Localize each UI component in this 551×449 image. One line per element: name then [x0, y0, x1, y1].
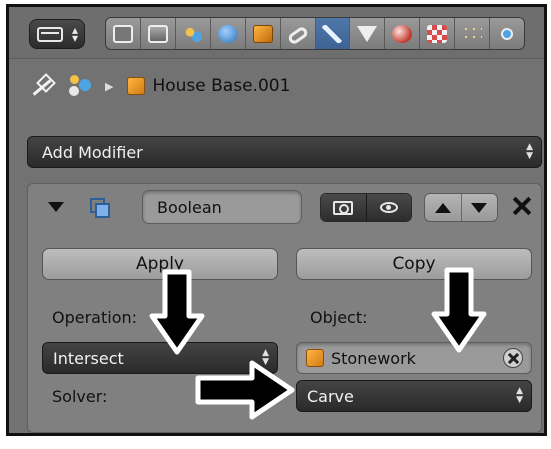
updown-arrows-icon: ▲ ▼: [262, 348, 269, 367]
operation-label: Operation:: [52, 308, 138, 327]
texture-icon: [427, 24, 448, 43]
tab-physics[interactable]: [490, 18, 524, 49]
move-down-button[interactable]: [460, 194, 498, 221]
modifier-name-field[interactable]: Boolean: [142, 190, 302, 224]
solver-value: Carve: [307, 387, 354, 406]
tab-constraints[interactable]: [281, 18, 316, 49]
clear-object-icon[interactable]: [503, 348, 523, 368]
tab-object[interactable]: [246, 18, 281, 49]
updown-arrows-icon: ▴ ▾: [71, 23, 78, 45]
scene-icon: [67, 73, 93, 99]
tab-particles[interactable]: [455, 18, 491, 49]
data-icon: [357, 25, 378, 42]
editor-type-icon: [37, 27, 63, 42]
constraints-icon: [286, 24, 309, 46]
object-icon: [252, 24, 273, 43]
editor-type-button[interactable]: ▴ ▾: [29, 19, 85, 49]
updown-arrows-icon: ▲ ▼: [516, 386, 523, 405]
updown-arrows-icon: ▲ ▼: [526, 142, 533, 161]
tab-texture[interactable]: [420, 18, 456, 49]
render-toggle-button[interactable]: [321, 194, 366, 221]
operation-value: Intersect: [53, 349, 124, 368]
solver-label: Solver:: [52, 387, 108, 406]
tab-material[interactable]: [385, 18, 421, 49]
render-icon: [112, 24, 133, 43]
object-cube-icon: [306, 349, 324, 367]
tab-render-layers[interactable]: [141, 18, 176, 49]
tab-scene[interactable]: [176, 18, 211, 49]
move-up-button[interactable]: [425, 194, 461, 221]
arrow-down-icon: [471, 202, 488, 213]
tab-modifiers[interactable]: [315, 18, 351, 49]
move-buttons: [424, 193, 498, 222]
breadcrumb-arrow-icon: ▶: [105, 79, 114, 93]
arrow-up-icon: [434, 202, 451, 213]
boolean-modifier-panel: Boolean Apply Copy Operation: Object: In…: [27, 183, 542, 433]
camera-icon: [333, 200, 354, 215]
tab-render[interactable]: [106, 18, 141, 49]
physics-icon: [501, 27, 514, 40]
collapse-triangle-icon[interactable]: [48, 202, 64, 212]
modifiers-icon: [322, 24, 343, 43]
breadcrumb-object-name: House Base.001: [152, 76, 291, 96]
properties-header: ▴ ▾: [9, 7, 544, 59]
properties-panel: ▴ ▾ ▶ House Base.001 Add Modifier ▲ ▼ Bo…: [6, 4, 547, 436]
modifier-header: Boolean: [28, 184, 541, 236]
object-cube-icon: [127, 77, 146, 95]
copy-button[interactable]: Copy: [296, 248, 532, 280]
world-icon: [217, 24, 238, 43]
visibility-toggles: [320, 193, 412, 222]
particles-icon: [462, 24, 483, 43]
scene-icon: [182, 24, 203, 43]
operation-dropdown[interactable]: Intersect ▲ ▼: [42, 342, 278, 374]
eye-icon: [379, 202, 398, 213]
breadcrumb: ▶ House Base.001: [27, 71, 290, 101]
boolean-modifier-icon: [90, 198, 110, 218]
object-field[interactable]: Stonework: [296, 342, 532, 374]
solver-dropdown[interactable]: Carve ▲ ▼: [296, 380, 532, 412]
pin-icon[interactable]: [27, 72, 55, 100]
object-label: Object:: [310, 308, 368, 327]
tab-data[interactable]: [350, 18, 386, 49]
remove-modifier-close-icon[interactable]: [508, 192, 536, 220]
add-modifier-label: Add Modifier: [42, 143, 143, 162]
add-modifier-dropdown[interactable]: Add Modifier ▲ ▼: [27, 136, 542, 168]
object-value: Stonework: [331, 349, 416, 368]
material-icon: [392, 24, 413, 43]
tab-world[interactable]: [211, 18, 246, 49]
context-tabs: [105, 17, 525, 50]
render-layers-icon: [147, 24, 168, 43]
apply-button[interactable]: Apply: [42, 248, 278, 280]
viewport-toggle-button[interactable]: [365, 194, 411, 221]
